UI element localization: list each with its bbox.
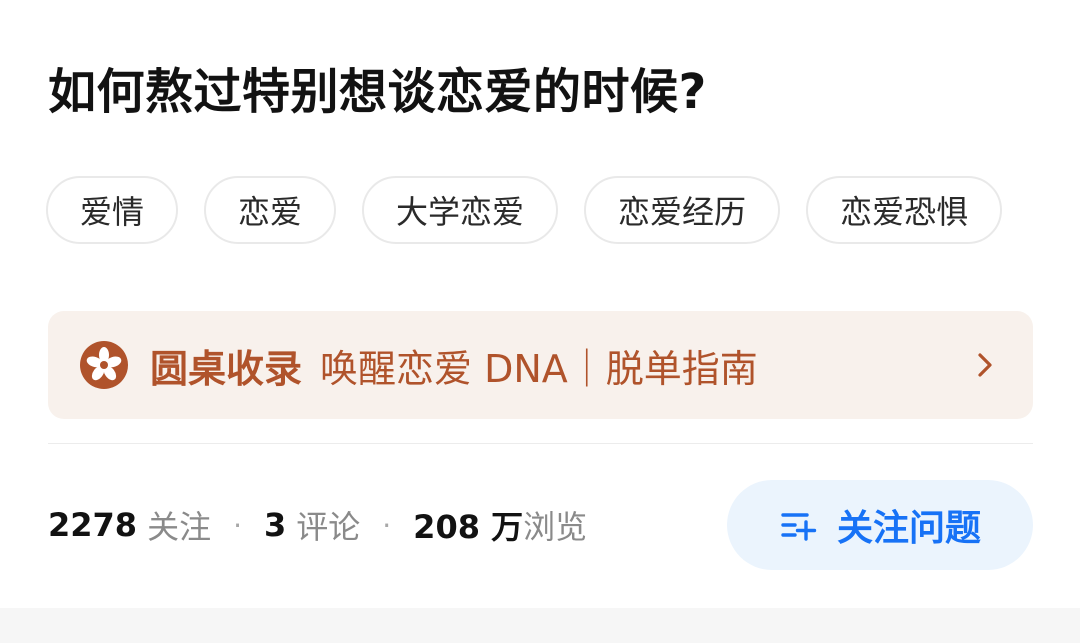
topic-tag[interactable]: 恋爱经历 <box>584 176 781 244</box>
views-label: 浏览 <box>523 508 588 546</box>
comments-label[interactable]: 评论 <box>296 502 360 548</box>
views-count: 208 万 <box>413 508 524 546</box>
divider <box>48 443 1033 444</box>
add-list-icon <box>781 513 817 541</box>
section-separator <box>0 608 1080 643</box>
follow-question-button[interactable]: 关注问题 <box>727 480 1033 570</box>
stat-separator: · <box>382 508 392 542</box>
follow-question-label: 关注问题 <box>836 508 981 549</box>
comments-count[interactable]: 3 <box>264 506 286 544</box>
followers-count: 2278 <box>48 506 138 544</box>
question-header: 如何熬过特别想谈恋爱的时候? 爱情 恋爱 大学恋爱 恋爱经历 恋爱恐惧 圆桌收录… <box>0 0 1080 643</box>
topic-tag[interactable]: 大学恋爱 <box>362 176 559 244</box>
topic-tags: 爱情 恋爱 大学恋爱 恋爱经历 恋爱恐惧 <box>46 176 1080 248</box>
roundtable-banner[interactable]: 圆桌收录 唤醒恋爱 DNA｜脱单指南 <box>48 311 1033 419</box>
topic-tag[interactable]: 恋爱恐惧 <box>806 176 1003 244</box>
question-stats: 2278 关注 · 3 评论 · 208 万 浏览 <box>48 497 587 553</box>
question-title: 如何熬过特别想谈恋爱的时候? <box>48 64 707 120</box>
roundtable-label: 圆桌收录 <box>150 346 303 391</box>
followers-label: 关注 <box>147 508 212 546</box>
roundtable-flower-icon <box>80 341 128 389</box>
topic-tag[interactable]: 爱情 <box>46 176 179 244</box>
topic-tag[interactable]: 恋爱 <box>204 176 337 244</box>
stat-separator: · <box>233 508 242 542</box>
chevron-right-icon <box>978 353 992 377</box>
roundtable-title: 唤醒恋爱 DNA｜脱单指南 <box>320 346 758 391</box>
